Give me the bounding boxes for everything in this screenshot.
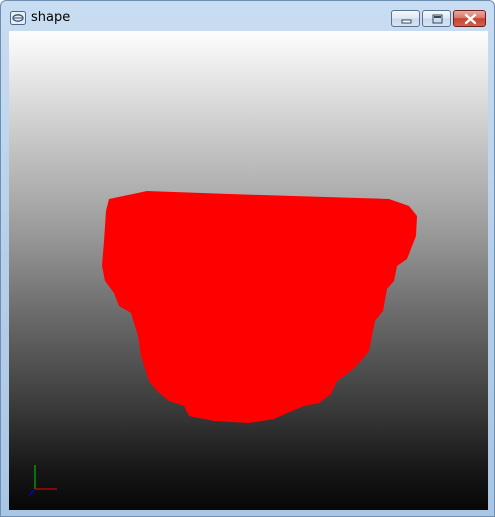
axes-triad bbox=[28, 465, 57, 497]
title-bar[interactable]: shape bbox=[1, 1, 494, 31]
app-window-icon[interactable] bbox=[10, 10, 26, 25]
render-viewport[interactable] bbox=[9, 31, 488, 510]
minimize-button[interactable] bbox=[391, 10, 420, 27]
app-window: shape bbox=[0, 0, 495, 517]
maximize-icon bbox=[432, 14, 443, 24]
close-icon bbox=[464, 13, 477, 25]
minimize-icon bbox=[401, 19, 412, 24]
close-button[interactable] bbox=[453, 10, 486, 27]
maximize-button[interactable] bbox=[422, 10, 451, 27]
z-axis-line bbox=[28, 488, 36, 497]
window-title: shape bbox=[31, 10, 71, 25]
